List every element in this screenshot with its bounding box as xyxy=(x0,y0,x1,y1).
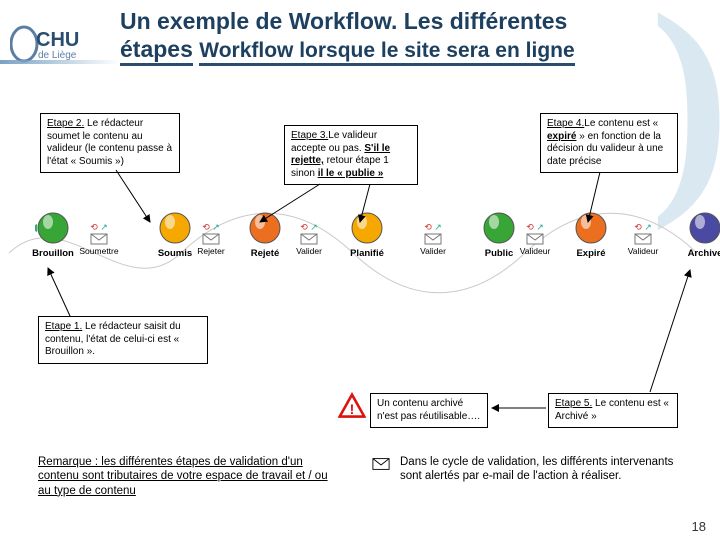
mail-icon xyxy=(90,233,108,245)
etape3-lead: Etape 3. xyxy=(291,130,328,141)
logo-main: CHU xyxy=(36,29,79,51)
go-icon: ↗ xyxy=(310,222,318,232)
callout-etape5: Etape 5. Le contenu est « Archivé » xyxy=(548,393,678,428)
mail-icon xyxy=(300,233,318,245)
etape4-bold: expiré xyxy=(547,131,576,142)
etape4-lead: Etape 4. xyxy=(547,118,584,129)
state-icon xyxy=(349,210,385,246)
state-label: Archive xyxy=(663,248,720,259)
warn-text: Un contenu archivé n'est pas réutilisabl… xyxy=(377,398,480,422)
warning-icon: ! xyxy=(338,392,366,420)
workflow-diagram: BrouillonSoumisRejetéPlanifiéPublicExpir… xyxy=(5,210,715,306)
redo-icon: ⟲ xyxy=(424,222,432,232)
mail-icon xyxy=(526,233,544,245)
transition-label: Valideur xyxy=(509,246,561,256)
state-icon xyxy=(35,210,71,246)
redo-icon: ⟲ xyxy=(526,222,534,232)
etape2-lead: Etape 2. xyxy=(47,118,84,129)
redo-icon: ⟲ xyxy=(202,222,210,232)
remark-left: Remarque : les différentes étapes de val… xyxy=(38,455,338,498)
transition-valider: ⟲ ↗ Valider xyxy=(407,222,459,256)
title-line2b: Workflow lorsque le site sera en ligne xyxy=(199,38,574,66)
transition-label: Valider xyxy=(407,246,459,256)
go-icon: ↗ xyxy=(536,222,544,232)
go-icon: ↗ xyxy=(434,222,442,232)
state-archive: Archive xyxy=(663,210,720,259)
mail-icon xyxy=(202,233,220,245)
mail-icon xyxy=(372,457,390,471)
state-planifie: Planifié xyxy=(325,210,409,259)
transition-valideur: ⟲ ↗ Valideur xyxy=(617,222,669,256)
state-icon xyxy=(687,210,720,246)
transition-label: Valideur xyxy=(617,246,669,256)
etape5-lead: Etape 5. xyxy=(555,398,592,409)
etape1-lead: Etape 1. xyxy=(45,321,82,332)
callout-etape3: Etape 3.Le valideur accepte ou pas. S'il… xyxy=(284,125,418,185)
etape4-text1: Le contenu est « xyxy=(584,118,658,129)
state-icon xyxy=(247,210,283,246)
title-line2a: étapes xyxy=(120,36,193,67)
redo-icon: ⟲ xyxy=(634,222,642,232)
remark-right: Dans le cycle de validation, les différe… xyxy=(400,455,690,484)
svg-text:!: ! xyxy=(350,401,355,417)
mail-icon xyxy=(424,233,442,245)
callout-etape4: Etape 4.Le contenu est « expiré » en fon… xyxy=(540,113,678,173)
callout-etape2: Etape 2. Le rédacteur soumet le contenu … xyxy=(40,113,180,173)
redo-icon: ⟲ xyxy=(90,222,98,232)
page-number: 18 xyxy=(692,519,706,534)
transition-valideur: ⟲ ↗ Valideur xyxy=(509,222,561,256)
callout-etape1: Etape 1. Le rédacteur saisit du contenu,… xyxy=(38,316,208,364)
go-icon: ↗ xyxy=(644,222,652,232)
state-icon xyxy=(573,210,609,246)
callout-warning: Un contenu archivé n'est pas réutilisabl… xyxy=(370,393,488,428)
etape3-bold2: il le « publie » xyxy=(318,168,384,179)
transition-label: Soumettre xyxy=(73,246,125,256)
transition-label: Rejeter xyxy=(185,246,237,256)
transition-label: Valider xyxy=(283,246,335,256)
transition-rejeter: ⟲ ↗ Rejeter xyxy=(185,222,237,256)
header-fade xyxy=(0,60,120,64)
title-line1: Un exemple de Workflow. Les différentes xyxy=(120,8,567,34)
mail-icon xyxy=(634,233,652,245)
state-label: Planifié xyxy=(325,248,409,259)
transition-valider: ⟲ ↗ Valider xyxy=(283,222,335,256)
header: CHU de Liège Un exemple de Workflow. Les… xyxy=(0,8,720,66)
go-icon: ↗ xyxy=(212,222,220,232)
go-icon: ↗ xyxy=(100,222,108,232)
redo-icon: ⟲ xyxy=(300,222,308,232)
transition-soumettre: ⟲ ↗ Soumettre xyxy=(73,222,125,256)
